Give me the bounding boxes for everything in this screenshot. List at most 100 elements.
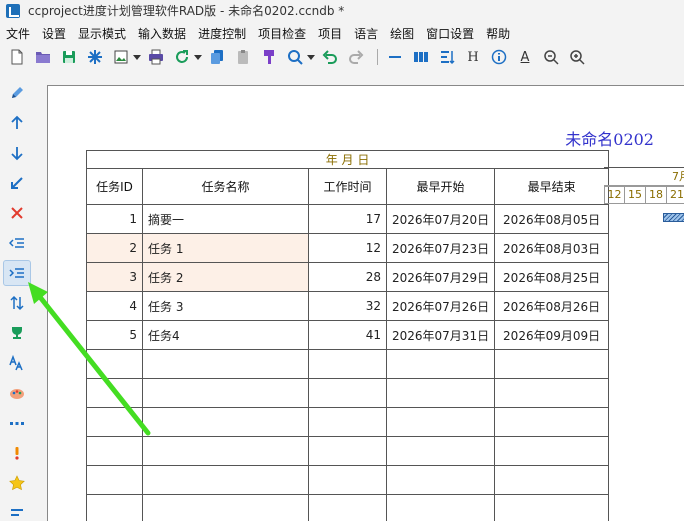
empty-row[interactable] (86, 494, 610, 521)
indent-icon[interactable] (3, 260, 31, 286)
col-duration[interactable]: 工作时间 (308, 168, 387, 205)
app-logo-icon (6, 3, 20, 18)
empty-row[interactable] (86, 378, 610, 408)
print-icon[interactable] (145, 46, 167, 68)
move-down-icon[interactable] (3, 140, 31, 166)
delete-icon[interactable] (3, 200, 31, 226)
project-title: 未命名0202 (565, 130, 654, 149)
cell-name[interactable]: 任务 3 (142, 291, 309, 321)
dots-icon[interactable] (3, 410, 31, 436)
table-row[interactable]: 3 任务 2 28 2026年07月29日 2026年08月25日 (86, 262, 610, 292)
search-dropdown-icon[interactable] (307, 46, 315, 68)
gantt-bar[interactable] (663, 213, 684, 222)
cell-start[interactable]: 2026年07月20日 (385, 204, 496, 234)
menu-file[interactable]: 文件 (0, 25, 36, 42)
menu-project[interactable]: 项目 (312, 25, 348, 42)
edit-pen-icon[interactable] (3, 80, 31, 106)
cell-duration[interactable]: 17 (308, 204, 387, 234)
col-task-id[interactable]: 任务ID (86, 168, 143, 205)
trophy-icon[interactable] (3, 320, 31, 346)
empty-row[interactable] (86, 349, 610, 379)
col-early-finish[interactable]: 最早结束 (494, 168, 610, 205)
cell-id[interactable]: 3 (86, 262, 143, 292)
cell-id[interactable]: 4 (86, 291, 143, 321)
star-burst-icon[interactable] (84, 46, 106, 68)
empty-row[interactable] (86, 407, 610, 437)
outdent-icon[interactable] (3, 230, 31, 256)
zoom-out-icon[interactable] (540, 46, 562, 68)
table-row[interactable]: 1 摘要一 17 2026年07月20日 2026年08月05日 (86, 204, 610, 234)
cell-start[interactable]: 2026年07月26日 (385, 291, 496, 321)
cell-end[interactable]: 2026年08月05日 (494, 204, 610, 234)
exclamation-icon[interactable] (3, 440, 31, 466)
link-icon[interactable] (3, 170, 31, 196)
more-icon[interactable] (3, 500, 31, 521)
table-row[interactable]: 5 任务4 41 2026年07月31日 2026年09月09日 (86, 320, 610, 350)
cell-name[interactable]: 任务 2 (142, 262, 309, 292)
search-icon[interactable] (284, 46, 306, 68)
line-icon[interactable] (384, 46, 406, 68)
redo-icon[interactable] (345, 46, 367, 68)
menu-settings[interactable]: 设置 (36, 25, 72, 42)
refresh-icon[interactable] (171, 46, 193, 68)
star-icon[interactable] (3, 470, 31, 496)
empty-row[interactable] (86, 465, 610, 495)
format-brush-icon[interactable] (258, 46, 280, 68)
menu-window-settings[interactable]: 窗口设置 (420, 25, 480, 42)
menu-drawing[interactable]: 绘图 (384, 25, 420, 42)
sort-icon[interactable] (436, 46, 458, 68)
cell-start[interactable]: 2026年07月31日 (385, 320, 496, 350)
paste-icon[interactable] (232, 46, 254, 68)
cell-name[interactable]: 任务4 (142, 320, 309, 350)
empty-row[interactable] (86, 436, 610, 466)
cell-duration[interactable]: 32 (308, 291, 387, 321)
document-canvas[interactable]: 未命名0202 年 月 日 任务ID 任务名称 工作时间 最早开始 最早结束 1… (47, 85, 684, 521)
app-window: ccproject进度计划管理软件RAD版 - 未命名0202.ccndb * … (0, 0, 684, 521)
cell-end[interactable]: 2026年09月09日 (494, 320, 610, 350)
cell-duration[interactable]: 12 (308, 233, 387, 263)
palette-icon[interactable] (3, 380, 31, 406)
new-file-icon[interactable] (6, 46, 28, 68)
cell-duration[interactable]: 28 (308, 262, 387, 292)
cell-end[interactable]: 2026年08月25日 (494, 262, 610, 292)
gantt-day: 12 (604, 186, 625, 204)
header-h-icon[interactable]: H (462, 46, 484, 68)
swap-icon[interactable] (3, 290, 31, 316)
move-up-icon[interactable] (3, 110, 31, 136)
cell-name[interactable]: 摘要一 (142, 204, 309, 234)
font-a-icon[interactable]: A (514, 46, 536, 68)
cell-id[interactable]: 1 (86, 204, 143, 234)
cell-duration[interactable]: 41 (308, 320, 387, 350)
toolbar-separator (377, 49, 378, 65)
cell-name[interactable]: 任务 1 (142, 233, 309, 263)
menu-progress-control[interactable]: 进度控制 (192, 25, 252, 42)
cell-id[interactable]: 2 (86, 233, 143, 263)
gantt-day: 21 (667, 186, 684, 204)
menu-input-data[interactable]: 输入数据 (132, 25, 192, 42)
undo-icon[interactable] (319, 46, 341, 68)
open-folder-icon[interactable] (32, 46, 54, 68)
menu-help[interactable]: 帮助 (480, 25, 516, 42)
window-title: ccproject进度计划管理软件RAD版 - 未命名0202.ccndb * (28, 4, 345, 18)
save-icon[interactable] (58, 46, 80, 68)
cell-start[interactable]: 2026年07月29日 (385, 262, 496, 292)
cell-id[interactable]: 5 (86, 320, 143, 350)
copy-icon[interactable] (206, 46, 228, 68)
col-task-name[interactable]: 任务名称 (142, 168, 309, 205)
cell-end[interactable]: 2026年08月03日 (494, 233, 610, 263)
refresh-dropdown-icon[interactable] (194, 46, 202, 68)
table-row[interactable]: 2 任务 1 12 2026年07月23日 2026年08月03日 (86, 233, 610, 263)
columns-icon[interactable] (410, 46, 432, 68)
col-early-start[interactable]: 最早开始 (385, 168, 496, 205)
font-size-icon[interactable] (3, 350, 31, 376)
menu-display-mode[interactable]: 显示模式 (72, 25, 132, 42)
menu-project-check[interactable]: 项目检查 (252, 25, 312, 42)
export-dropdown-icon[interactable] (133, 46, 141, 68)
cell-start[interactable]: 2026年07月23日 (385, 233, 496, 263)
cell-end[interactable]: 2026年08月26日 (494, 291, 610, 321)
zoom-in-icon[interactable] (566, 46, 588, 68)
info-icon[interactable] (488, 46, 510, 68)
menu-language[interactable]: 语言 (348, 25, 384, 42)
table-row[interactable]: 4 任务 3 32 2026年07月26日 2026年08月26日 (86, 291, 610, 321)
export-image-icon[interactable] (110, 46, 132, 68)
